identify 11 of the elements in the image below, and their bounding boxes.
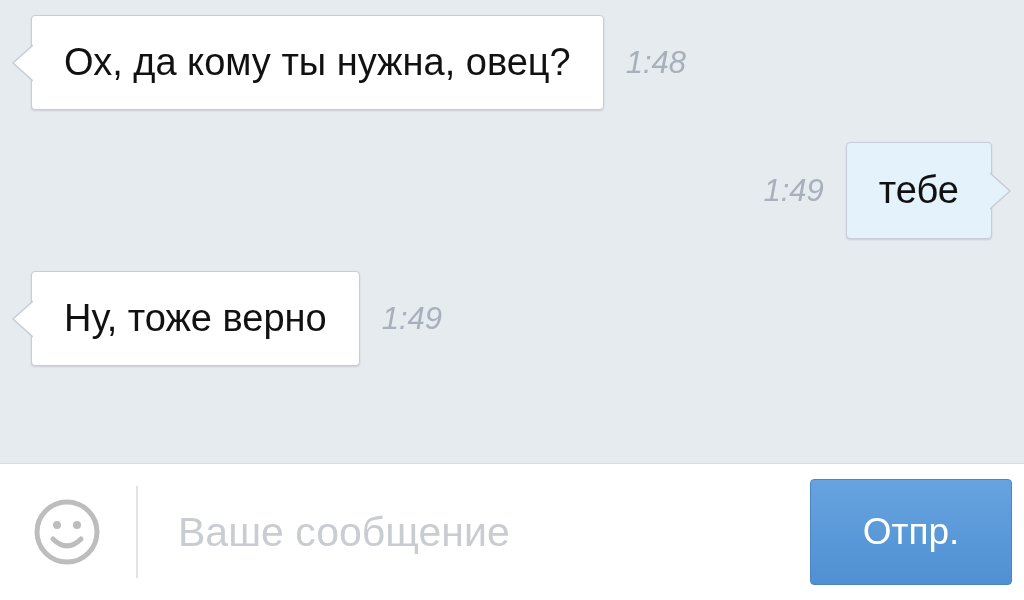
bubble-tail-icon [990, 170, 1012, 211]
message-time: 1:49 [381, 300, 443, 337]
message-bubble: Ну, тоже верно [31, 271, 360, 366]
message-bubble: Ох, да кому ты нужна, овец? [31, 15, 604, 110]
bubble-tail-icon [11, 42, 33, 83]
smiley-icon[interactable] [34, 499, 100, 565]
message-time: 1:49 [763, 172, 824, 209]
message-time: 1:48 [625, 44, 687, 81]
bubble-tail-icon [11, 298, 33, 339]
message-bubble: тебе [845, 142, 992, 239]
send-button[interactable]: Отпр. [810, 479, 1012, 585]
